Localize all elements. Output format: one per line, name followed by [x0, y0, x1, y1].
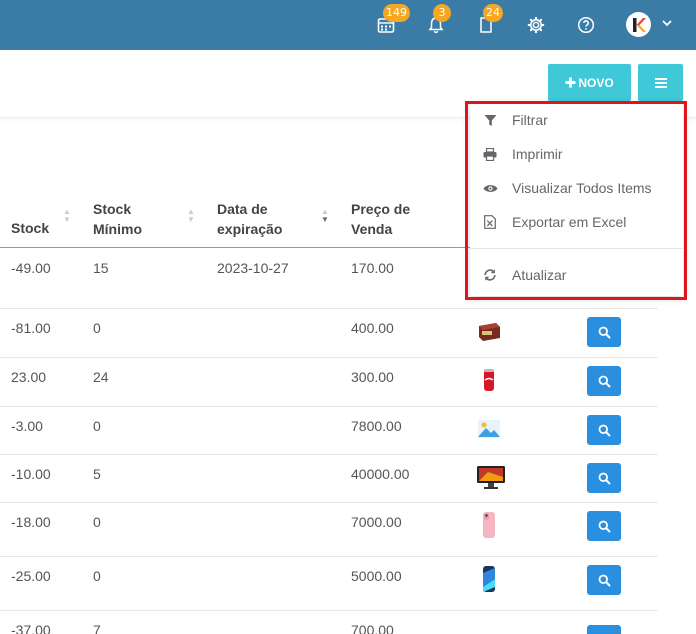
- cell-sale-price: 170.00: [351, 260, 394, 276]
- cell-min-stock: 0: [93, 320, 101, 336]
- help-icon: [577, 16, 595, 34]
- column-header-expiry-date[interactable]: Data de expiração: [217, 199, 282, 239]
- sort-icon[interactable]: ▲ ▼: [63, 208, 71, 224]
- column-header-sale-price[interactable]: Preço de Venda: [351, 199, 410, 239]
- search-icon: [598, 574, 611, 587]
- search-icon: [598, 424, 611, 437]
- cell-sale-price: 400.00: [351, 320, 394, 336]
- view-item-button[interactable]: [587, 511, 621, 541]
- hamburger-icon: [654, 77, 667, 88]
- gear-icon: [527, 16, 545, 34]
- new-button[interactable]: NOVO: [548, 64, 631, 101]
- search-icon: [598, 472, 611, 485]
- table-row: -25.00 0 5000.00: [0, 557, 658, 611]
- column-header-stock[interactable]: Stock: [11, 218, 49, 238]
- view-item-button[interactable]: [587, 565, 621, 595]
- excel-icon: [482, 214, 498, 230]
- menu-item-filter[interactable]: Filtrar: [470, 103, 683, 137]
- sort-icon[interactable]: ▲ ▼: [187, 208, 195, 224]
- cell-min-stock: 5: [93, 466, 101, 482]
- cell-stock: -49.00: [11, 260, 51, 276]
- notifications-badge: 3: [433, 4, 451, 22]
- menu-item-print[interactable]: Imprimir: [470, 137, 683, 171]
- cell-stock: -18.00: [11, 514, 51, 530]
- view-item-button[interactable]: [587, 366, 621, 396]
- calendar-button[interactable]: 149: [373, 4, 410, 38]
- cell-min-stock: 0: [93, 514, 101, 530]
- cell-stock: -10.00: [11, 466, 51, 482]
- search-icon: [598, 520, 611, 533]
- table-row: -18.00 0 7000.00: [0, 503, 658, 557]
- print-icon: [482, 146, 498, 162]
- cell-expiry-date: 2023-10-27: [217, 260, 289, 276]
- plus-icon: [565, 77, 576, 88]
- menu-item-label: Visualizar Todos Items: [512, 180, 652, 196]
- filter-icon: [482, 112, 498, 128]
- menu-item-label: Filtrar: [512, 112, 548, 128]
- cell-stock: -81.00: [11, 320, 51, 336]
- product-thumbnail: [476, 317, 502, 345]
- settings-button[interactable]: [523, 12, 549, 38]
- refresh-icon: [482, 267, 498, 283]
- view-item-button[interactable]: [587, 415, 621, 445]
- k-logo-icon: [632, 17, 646, 32]
- cell-sale-price: 300.00: [351, 369, 394, 385]
- cell-stock: -37.00: [11, 622, 51, 634]
- cell-sale-price: 7800.00: [351, 418, 402, 434]
- table-row: -37.00 7 700.00: [0, 611, 658, 634]
- product-thumbnail: [476, 366, 502, 394]
- menu-item-refresh[interactable]: Atualizar: [470, 258, 683, 292]
- menu-item-export-excel[interactable]: Exportar em Excel: [470, 205, 683, 239]
- table-row: -10.00 5 40000.00: [0, 455, 658, 503]
- product-thumbnail: [476, 565, 502, 593]
- cell-min-stock: 7: [93, 622, 101, 634]
- top-navbar: 149 3 24: [0, 0, 696, 50]
- product-thumbnail: [476, 619, 502, 634]
- table-row: 23.00 24 300.00: [0, 358, 658, 407]
- user-menu-toggle[interactable]: [661, 16, 673, 34]
- menu-item-label: Imprimir: [512, 146, 563, 162]
- column-header-min-stock[interactable]: Stock Mínimo: [93, 199, 142, 239]
- cell-min-stock: 0: [93, 418, 101, 434]
- documents-badge: 24: [483, 4, 503, 22]
- cell-sale-price: 7000.00: [351, 514, 402, 530]
- cell-stock: -25.00: [11, 568, 51, 584]
- menu-divider: [470, 248, 683, 249]
- product-thumbnail: [476, 463, 505, 491]
- user-avatar[interactable]: [626, 12, 651, 37]
- actions-dropdown-menu: Filtrar Imprimir Visualizar Todos Items …: [470, 103, 683, 296]
- search-icon: [598, 375, 611, 388]
- chevron-down-icon: [662, 20, 672, 27]
- table-row: -81.00 0 400.00: [0, 309, 658, 358]
- cell-min-stock: 0: [93, 568, 101, 584]
- product-thumbnail: [476, 511, 502, 539]
- help-button[interactable]: [573, 12, 599, 38]
- cell-stock: -3.00: [11, 418, 43, 434]
- product-thumbnail: [476, 415, 502, 443]
- cell-sale-price: 700.00: [351, 622, 394, 634]
- new-button-label: NOVO: [578, 75, 614, 90]
- cell-min-stock: 24: [93, 369, 109, 385]
- cell-min-stock: 15: [93, 260, 109, 276]
- search-icon: [598, 326, 611, 339]
- cell-sale-price: 40000.00: [351, 466, 410, 482]
- calendar-badge: 149: [383, 4, 410, 22]
- menu-item-view-all[interactable]: Visualizar Todos Items: [470, 171, 683, 205]
- view-item-button[interactable]: [587, 317, 621, 347]
- documents-button[interactable]: 24: [473, 4, 503, 38]
- table-row: -3.00 0 7800.00: [0, 407, 658, 455]
- sort-icon[interactable]: ▲ ▼: [321, 208, 329, 224]
- cell-stock: 23.00: [11, 369, 47, 385]
- actions-menu-button[interactable]: [638, 64, 683, 101]
- view-item-button[interactable]: [587, 463, 621, 493]
- menu-item-label: Atualizar: [512, 267, 567, 283]
- view-item-button[interactable]: [587, 625, 621, 634]
- eye-icon: [482, 180, 498, 196]
- cell-sale-price: 5000.00: [351, 568, 402, 584]
- notifications-button[interactable]: 3: [423, 4, 451, 38]
- menu-item-label: Exportar em Excel: [512, 214, 627, 230]
